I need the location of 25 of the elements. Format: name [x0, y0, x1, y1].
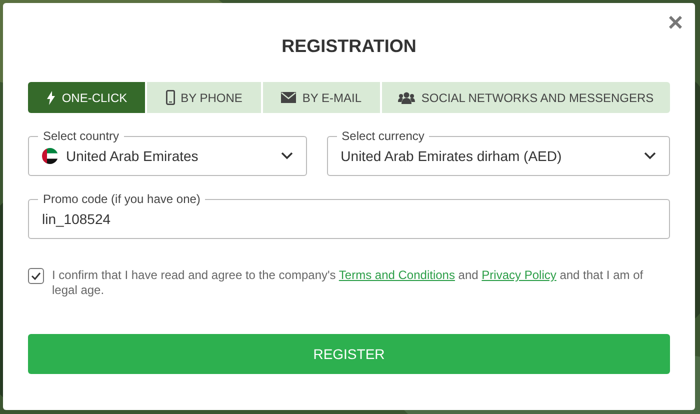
field-value: United Arab Emirates dirham (AED): [340, 146, 562, 166]
phone-icon: [166, 90, 175, 105]
tab[interactable]: SOCIAL NETWORKS AND MESSENGERS: [382, 82, 670, 113]
consent-text: I confirm that I have read and agree to the company's Terms and Conditions and Privacy Policy and that I am of legal age.: [52, 268, 644, 298]
lightning-icon: [46, 90, 56, 104]
field-value: lin_108524: [42, 210, 111, 229]
chevron-down-icon: [280, 152, 293, 160]
consent-checkbox[interactable]: [28, 268, 44, 284]
tab[interactable]: BY PHONE: [147, 82, 261, 113]
field-label: Select currency: [336, 129, 430, 143]
promo-code-field[interactable]: Promo code (if you have one) lin_108524: [28, 192, 670, 239]
dialog-title: REGISTRATION: [280, 35, 418, 57]
flag-icon: [42, 148, 58, 164]
people-icon: [398, 92, 416, 104]
tab[interactable]: BY E-MAIL: [263, 82, 380, 113]
tab[interactable]: ONE-CLICK: [28, 82, 145, 113]
country-select[interactable]: Select country United Arab Emirates: [28, 129, 307, 176]
envelope-icon: [281, 92, 296, 103]
chevron-down-icon: [644, 152, 656, 160]
checkmark-icon: [31, 272, 41, 280]
currency-select[interactable]: Select currency United Arab Emirates dirham (AED): [326, 129, 670, 176]
close-button[interactable]: ×: [664, 9, 687, 35]
field-value: United Arab Emirates: [66, 146, 198, 166]
field-label: Promo code (if you have one): [38, 192, 206, 206]
field-label: Select country: [38, 129, 124, 143]
